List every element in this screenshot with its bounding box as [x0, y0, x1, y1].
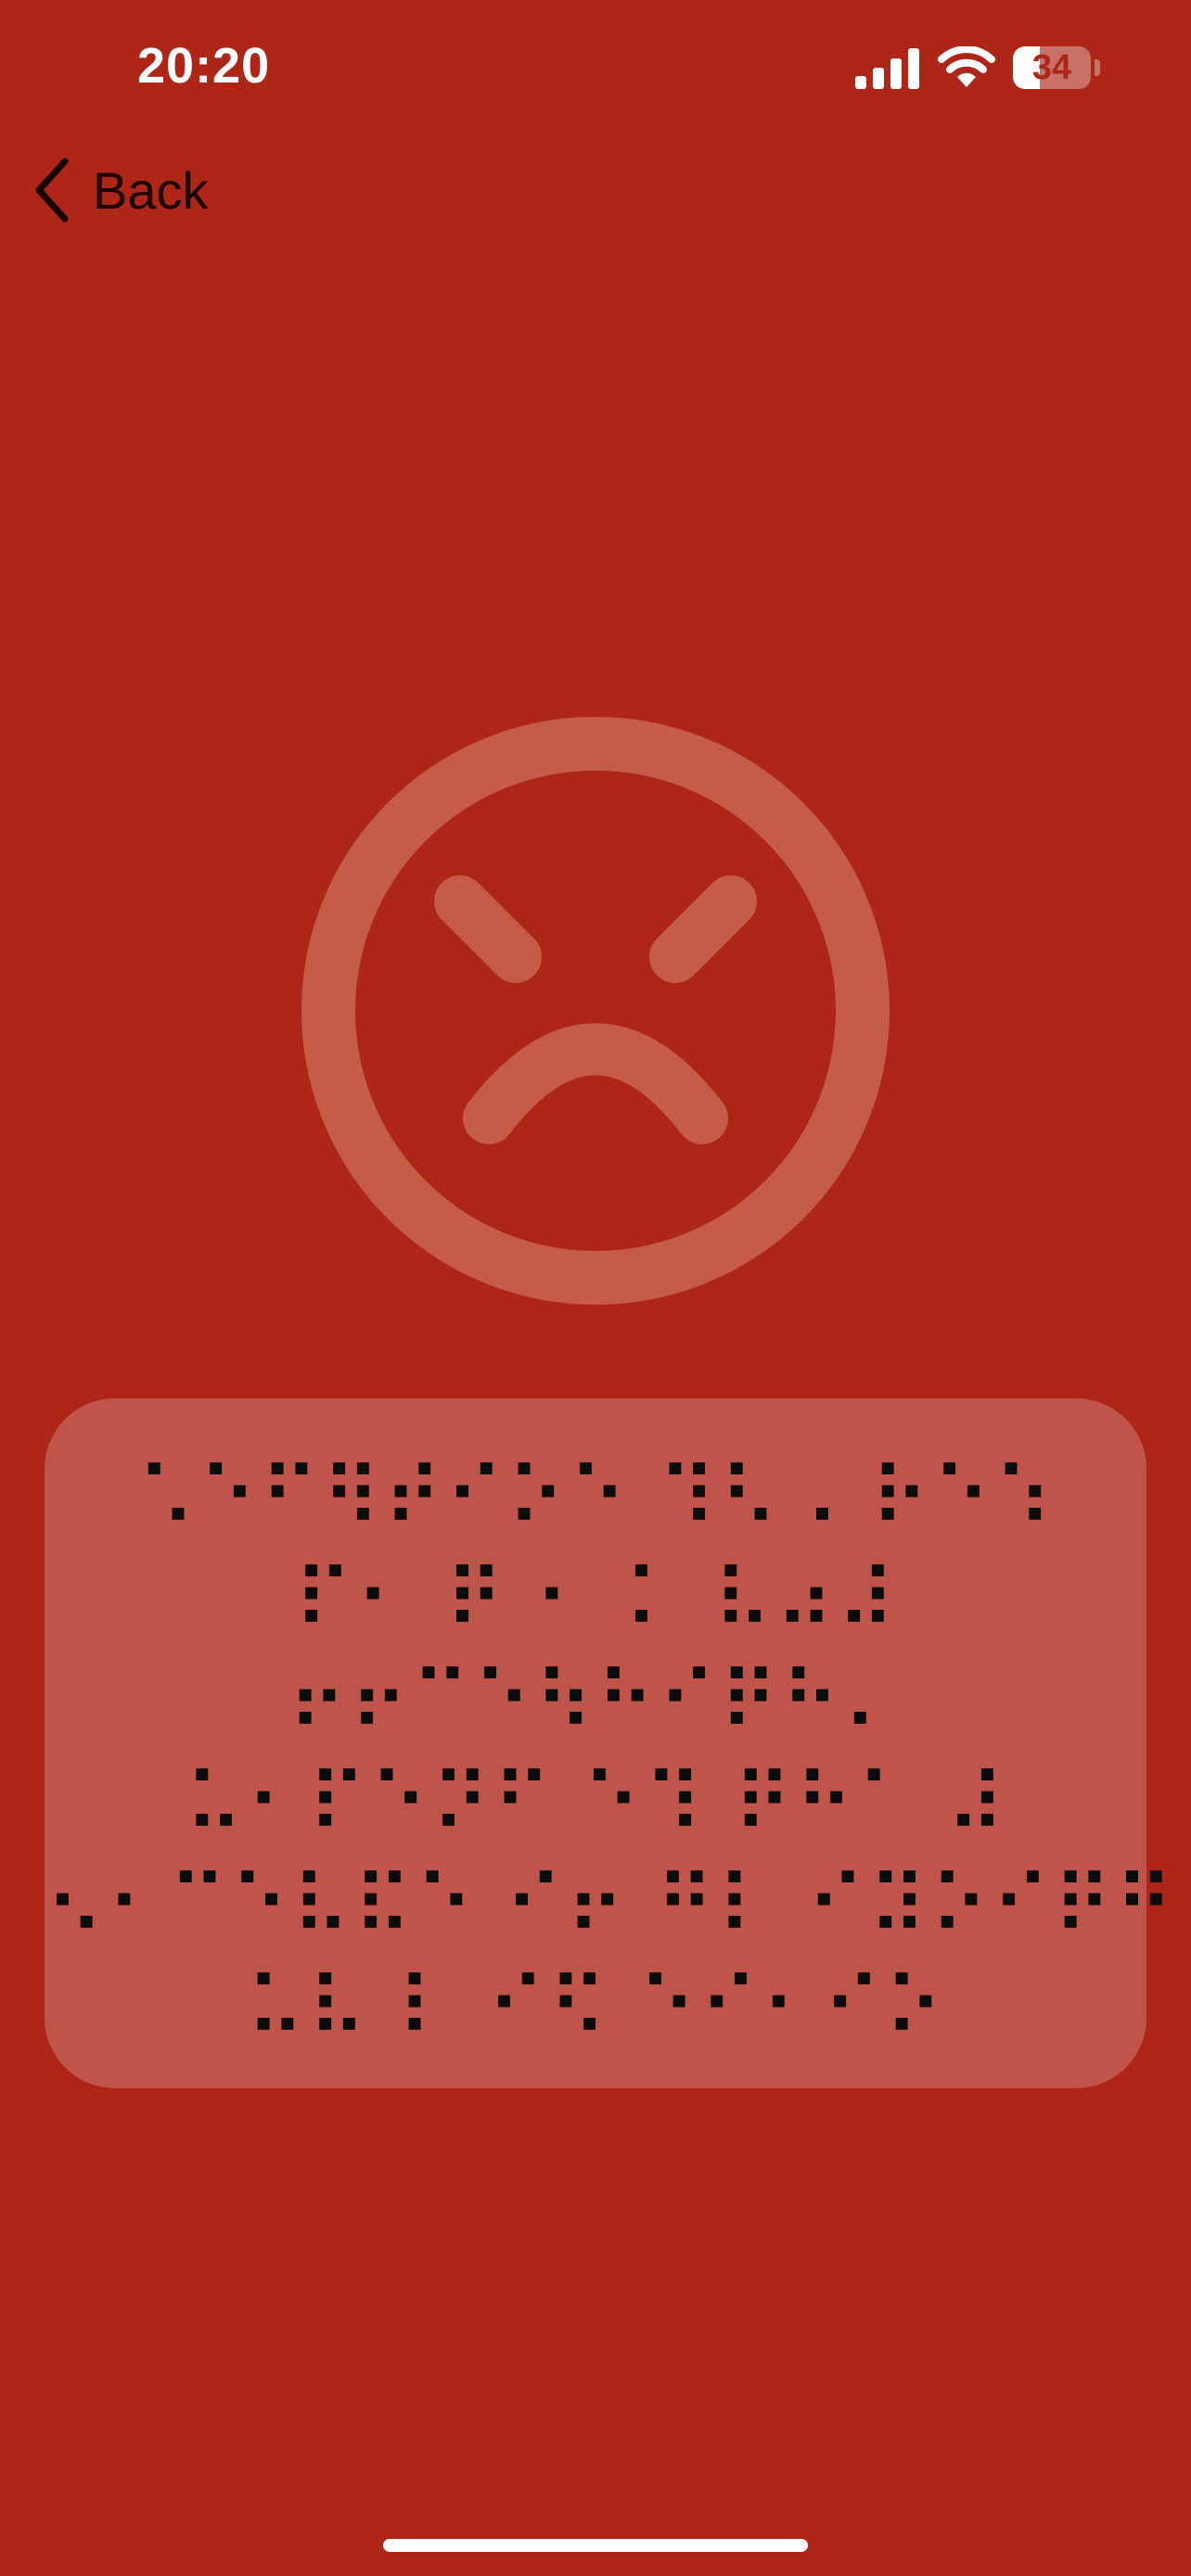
braille-line: ⠏⠂ ⠟ ⠂ ⠅ ⠧⠴⠼ [293, 1552, 898, 1648]
braille-line: ⠡⠑⠋⠻⠞⠊⠕⠑ ⠹⠣⠠ ⠗⠑⠱ [135, 1450, 1056, 1546]
battery-icon: 34 [1013, 46, 1091, 89]
home-indicator[interactable] [383, 2539, 808, 2552]
back-label: Back [93, 160, 209, 220]
battery-cap [1095, 59, 1100, 76]
braille-line: ⠥⠂⠏⠑⠝⠋ ⠑⠹ ⠟⠓⠁ ⠼ [184, 1756, 1007, 1852]
battery-level: 34 [1031, 47, 1072, 87]
braille-card: ⠡⠑⠋⠻⠞⠊⠕⠑ ⠹⠣⠠ ⠗⠑⠱ ⠏⠂ ⠟ ⠂ ⠅ ⠧⠴⠼ ⠖⠖⠉⠑⠳⠓⠊⠟⠓⠄… [45, 1398, 1176, 2088]
back-button[interactable]: Back [33, 148, 209, 232]
signal-icon [855, 48, 919, 89]
angry-face-icon [301, 717, 890, 1305]
wifi-icon [938, 46, 995, 87]
braille-line: ⠖⠖⠉⠑⠳⠓⠊⠟⠓⠄ [287, 1654, 904, 1750]
braille-line: ⠥⠧ ⠇ ⠊⠫ ⠑⠊⠂⠊⠕ [245, 1960, 946, 2056]
chevron-left-icon [35, 158, 69, 223]
braille-line: ⠢⠂⠉⠑⠧⠯⠑ ⠊⠖ ⠛⠇ ⠊⠽⠕⠊⠟⠛ [45, 1858, 1176, 1954]
status-bar: 20:20 34 [0, 0, 1191, 139]
status-time: 20:20 [137, 38, 271, 94]
